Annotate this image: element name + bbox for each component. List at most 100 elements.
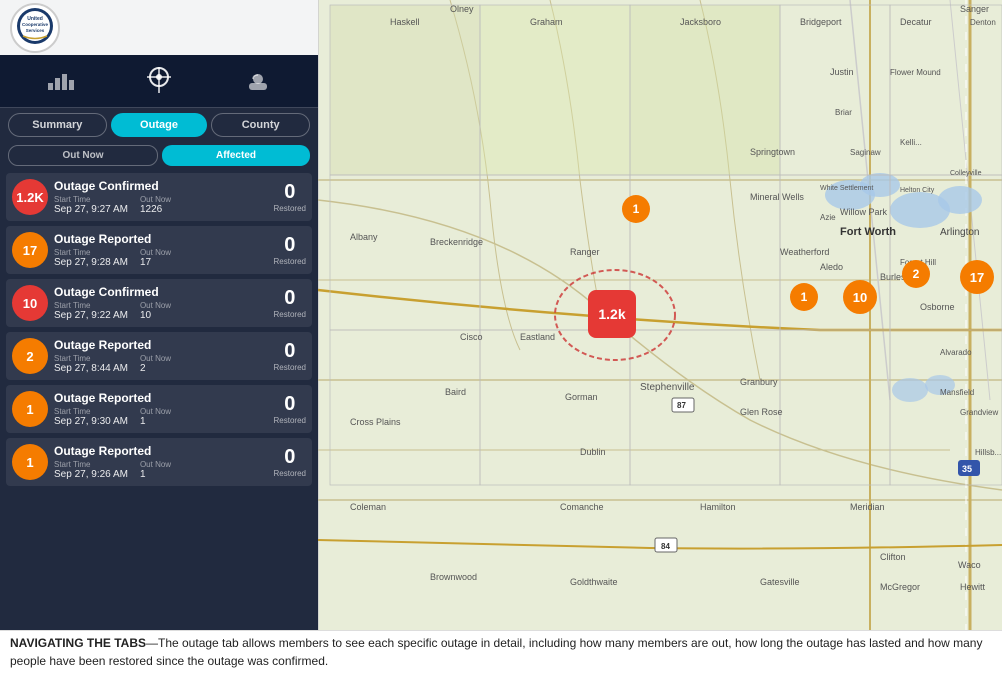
svg-text:Weatherford: Weatherford [780, 247, 829, 257]
svg-text:Services: Services [26, 28, 45, 33]
meta-out-1: Out Now 1226 [140, 195, 171, 215]
outage-item-5[interactable]: 1 Outage Reported Start Time Sep 27, 9:3… [6, 385, 312, 433]
meta-out-3: Out Now 10 [140, 301, 171, 321]
outage-badge-5: 1 [12, 391, 48, 427]
out-now-1: 1226 [140, 204, 171, 215]
restored-number-5: 0 [274, 393, 306, 416]
restored-number-2: 0 [274, 234, 306, 257]
svg-text:Glen Rose: Glen Rose [740, 407, 783, 417]
start-label-4: Start Time [54, 354, 128, 363]
svg-text:Saginaw: Saginaw [850, 148, 881, 157]
svg-text:Cross Plains: Cross Plains [350, 417, 401, 427]
icon-tabs-bar [0, 55, 318, 108]
outage-item-4[interactable]: 2 Outage Reported Start Time Sep 27, 8:4… [6, 332, 312, 380]
outage-meta-2: Start Time Sep 27, 9:28 AM Out Now 17 [54, 248, 268, 268]
outage-item-6[interactable]: 1 Outage Reported Start Time Sep 27, 9:2… [6, 438, 312, 486]
caption-body: —The outage tab allows members to see ea… [10, 636, 982, 668]
out-label-5: Out Now [140, 407, 171, 416]
svg-text:Hewitt: Hewitt [960, 582, 986, 592]
svg-text:Jacksboro: Jacksboro [680, 17, 721, 27]
svg-text:Meridian: Meridian [850, 502, 885, 512]
out-label-4: Out Now [140, 354, 171, 363]
map-marker-4[interactable]: 10 [843, 280, 877, 314]
outage-type-5: Outage Reported [54, 391, 268, 405]
svg-text:Cooperative: Cooperative [22, 22, 49, 27]
map-marker-1[interactable]: 1.2k [588, 290, 636, 338]
meta-start-3: Start Time Sep 27, 9:22 AM [54, 301, 128, 321]
outage-info-2: Outage Reported Start Time Sep 27, 9:28 … [54, 232, 268, 268]
caption-text: NAVIGATING THE TABS—The outage tab allow… [10, 634, 992, 670]
svg-text:Waco: Waco [958, 560, 981, 570]
meta-start-4: Start Time Sep 27, 8:44 AM [54, 354, 128, 374]
svg-text:Decatur: Decatur [900, 17, 932, 27]
meta-out-4: Out Now 2 [140, 354, 171, 374]
tab-outage[interactable]: Outage [111, 113, 208, 137]
svg-text:White Settlement: White Settlement [820, 185, 873, 192]
svg-text:Briar: Briar [835, 108, 852, 117]
restored-label-6: Restored [274, 469, 306, 478]
start-label-1: Start Time [54, 195, 128, 204]
start-label-5: Start Time [54, 407, 128, 416]
svg-text:Colleyville: Colleyville [950, 170, 982, 177]
svg-text:Eastland: Eastland [520, 332, 555, 342]
start-label-6: Start Time [54, 460, 128, 469]
map-marker-2[interactable]: 1 [622, 195, 650, 223]
svg-text:Aledo: Aledo [820, 262, 843, 272]
out-label-3: Out Now [140, 301, 171, 310]
meta-out-2: Out Now 17 [140, 248, 171, 268]
svg-text:Comanche: Comanche [560, 502, 604, 512]
tab-icon-location[interactable] [139, 63, 179, 99]
bar-chart-icon [46, 69, 74, 91]
outage-item-2[interactable]: 17 Outage Reported Start Time Sep 27, 9:… [6, 226, 312, 274]
svg-text:Arlington: Arlington [940, 227, 979, 238]
svg-text:Denton: Denton [970, 18, 996, 27]
svg-text:Mansfield: Mansfield [940, 388, 974, 397]
logo-area: United Cooperative Services [0, 0, 318, 55]
svg-text:Springtown: Springtown [750, 147, 795, 157]
main-tabs: Summary Outage County [0, 108, 318, 142]
map-marker-5[interactable]: 2 [902, 260, 930, 288]
out-now-5: 1 [140, 416, 171, 427]
svg-text:Gatesville: Gatesville [760, 577, 800, 587]
outage-meta-5: Start Time Sep 27, 9:30 AM Out Now 1 [54, 407, 268, 427]
restored-number-4: 0 [274, 340, 306, 363]
svg-text:Breckenridge: Breckenridge [430, 237, 483, 247]
svg-text:Willow Park: Willow Park [840, 207, 888, 217]
outage-info-5: Outage Reported Start Time Sep 27, 9:30 … [54, 391, 268, 427]
map-marker-3[interactable]: 1 [790, 283, 818, 311]
restored-label-4: Restored [274, 363, 306, 372]
location-icon [147, 67, 171, 93]
tab-icon-chart[interactable] [38, 65, 82, 97]
svg-text:Grandview: Grandview [960, 408, 998, 417]
svg-text:87: 87 [677, 401, 686, 410]
svg-text:Alvarado: Alvarado [940, 348, 972, 357]
outage-item-3[interactable]: 10 Outage Confirmed Start Time Sep 27, 9… [6, 279, 312, 327]
outage-item-1[interactable]: 1.2K Outage Confirmed Start Time Sep 27,… [6, 173, 312, 221]
out-label-1: Out Now [140, 195, 171, 204]
svg-text:Gorman: Gorman [565, 392, 598, 402]
outage-meta-1: Start Time Sep 27, 9:27 AM Out Now 1226 [54, 195, 268, 215]
outage-badge-1: 1.2K [12, 179, 48, 215]
svg-text:Dublin: Dublin [580, 447, 606, 457]
svg-text:Azie: Azie [820, 213, 836, 222]
meta-start-2: Start Time Sep 27, 9:28 AM [54, 248, 128, 268]
map-marker-6[interactable]: 17 [960, 260, 994, 294]
tab-summary[interactable]: Summary [8, 113, 107, 137]
outage-restored-1: 0 Restored [274, 181, 306, 213]
restored-label-3: Restored [274, 310, 306, 319]
svg-text:84: 84 [661, 542, 670, 551]
svg-text:Ranger: Ranger [570, 247, 600, 257]
svg-text:Stephenville: Stephenville [640, 382, 695, 393]
tab-icon-weather[interactable] [236, 65, 280, 97]
start-time-2: Sep 27, 9:28 AM [54, 257, 128, 268]
outage-meta-4: Start Time Sep 27, 8:44 AM Out Now 2 [54, 354, 268, 374]
sub-tab-affected[interactable]: Affected [162, 145, 310, 166]
svg-text:Goldthwaite: Goldthwaite [570, 577, 618, 587]
outage-info-4: Outage Reported Start Time Sep 27, 8:44 … [54, 338, 268, 374]
sub-tab-out-now[interactable]: Out Now [8, 145, 158, 166]
tab-county[interactable]: County [211, 113, 310, 137]
outage-meta-3: Start Time Sep 27, 9:22 AM Out Now 10 [54, 301, 268, 321]
svg-text:Flower Mound: Flower Mound [890, 68, 941, 77]
outage-restored-5: 0 Restored [274, 393, 306, 425]
outage-type-3: Outage Confirmed [54, 285, 268, 299]
